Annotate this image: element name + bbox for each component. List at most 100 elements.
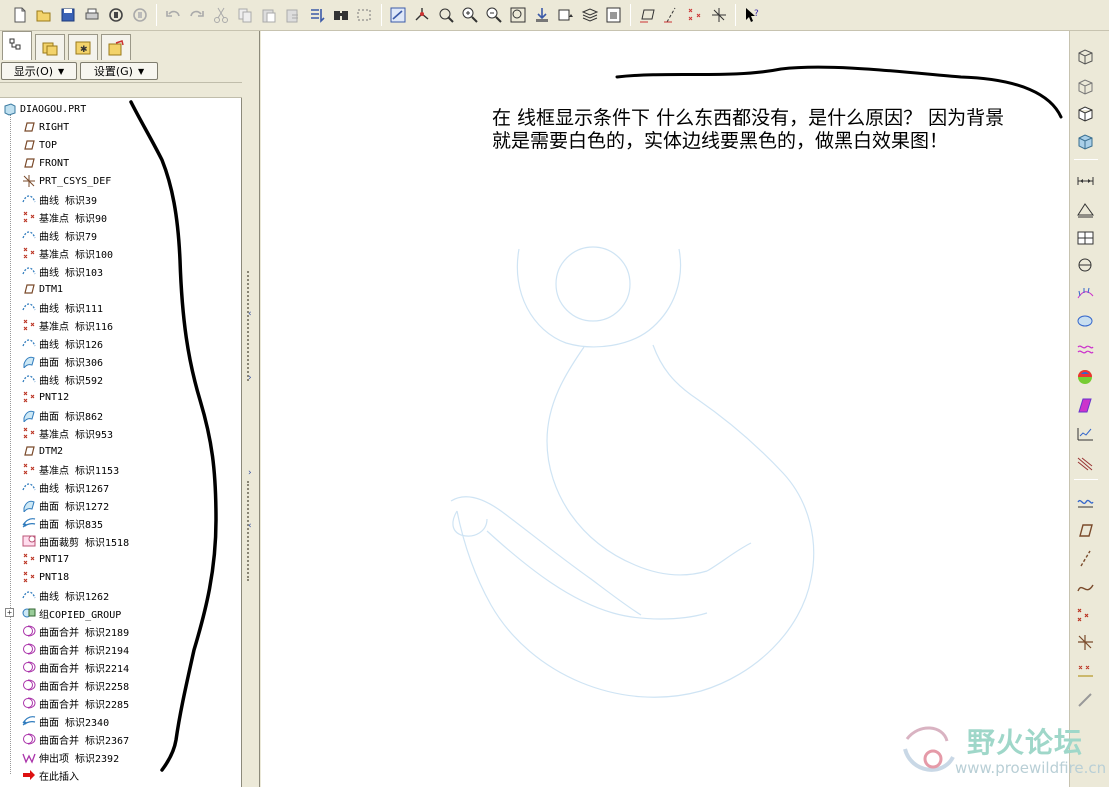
tree-item[interactable]: 曲线 标识79: [22, 226, 97, 244]
new-icon[interactable]: [8, 3, 32, 27]
paste-icon[interactable]: [257, 3, 281, 27]
tree-item[interactable]: 曲面合并 标识2189: [22, 622, 129, 640]
redo-icon[interactable]: [185, 3, 209, 27]
tree-item[interactable]: 曲面合并 标识2214: [22, 658, 129, 676]
print-icon[interactable]: [80, 3, 104, 27]
show-menu-button[interactable]: 显示(O) ▼: [1, 62, 77, 80]
graph-icon[interactable]: [1073, 421, 1097, 445]
tree-item[interactable]: 曲面裁剪 标识1518: [22, 532, 129, 550]
measure-icon[interactable]: [1073, 169, 1097, 193]
tree-item[interactable]: DTM1: [22, 280, 63, 298]
area-icon[interactable]: [1073, 197, 1097, 221]
orient-icon[interactable]: [434, 3, 458, 27]
datum-plane-tool-icon[interactable]: [1073, 518, 1097, 542]
chain-icon[interactable]: [1073, 688, 1097, 712]
hidden-line-icon[interactable]: [1073, 74, 1097, 98]
tree-item[interactable]: 曲线 标识103: [22, 262, 103, 280]
splitter-grip-top[interactable]: [247, 271, 251, 381]
tree-item[interactable]: PNT12: [22, 388, 69, 406]
favorites-tab[interactable]: ✱: [68, 34, 98, 60]
tree-item[interactable]: FRONT: [22, 154, 69, 172]
tree-item[interactable]: 基准点 标识953: [22, 424, 113, 442]
tree-item[interactable]: 基准点 标识1153: [22, 460, 119, 478]
mass-props-icon[interactable]: [1073, 225, 1097, 249]
model-tree-tab[interactable]: [2, 31, 32, 60]
tree-item[interactable]: 曲面合并 标识2367: [22, 730, 129, 748]
tree-item[interactable]: 在此插入: [22, 766, 79, 784]
find-icon[interactable]: [329, 3, 353, 27]
tree-item[interactable]: 曲面 标识862: [22, 406, 103, 424]
tree-item[interactable]: 基准点 标识116: [22, 316, 113, 334]
cut-icon[interactable]: [209, 3, 233, 27]
tree-item[interactable]: PNT18: [22, 568, 69, 586]
section-analysis-icon[interactable]: [1073, 309, 1097, 333]
tree-item[interactable]: 曲面合并 标识2285: [22, 694, 129, 712]
tree-item[interactable]: 基准点 标识100: [22, 244, 113, 262]
open-icon[interactable]: [32, 3, 56, 27]
curvature-icon[interactable]: [1073, 281, 1097, 305]
tree-item[interactable]: 基准点 标识90: [22, 208, 107, 226]
refit-icon[interactable]: [506, 3, 530, 27]
shading-analysis-icon[interactable]: [1073, 393, 1097, 417]
tree-item[interactable]: DTM2: [22, 442, 63, 460]
clearance-icon[interactable]: [1073, 253, 1097, 277]
tree-item[interactable]: 曲线 标识39: [22, 190, 97, 208]
paste-special-icon[interactable]: [281, 3, 305, 27]
splitter-grip-bottom[interactable]: [247, 481, 251, 581]
select-box-icon[interactable]: [353, 3, 377, 27]
deviation-icon[interactable]: [1073, 337, 1097, 361]
tree-item[interactable]: 曲线 标识126: [22, 334, 103, 352]
expand-arrow-icon[interactable]: ›: [248, 373, 252, 383]
zoom-out-icon[interactable]: [482, 3, 506, 27]
tree-item[interactable]: 曲面 标识835: [22, 514, 103, 532]
tree-item[interactable]: 曲线 标识1267: [22, 478, 109, 496]
tree-expand-toggle[interactable]: +: [5, 608, 14, 617]
panel-splitter[interactable]: ‹ › › ‹: [243, 31, 260, 787]
analysis-feature-icon[interactable]: [1073, 658, 1097, 682]
datum-planes-toggle-icon[interactable]: [635, 3, 659, 27]
datum-axes-toggle-icon[interactable]: [659, 3, 683, 27]
context-help-icon[interactable]: ?: [740, 3, 764, 27]
no-hidden-icon[interactable]: [1073, 101, 1097, 125]
copy-icon[interactable]: [233, 3, 257, 27]
csys-tool-icon[interactable]: [1073, 630, 1097, 654]
tree-item[interactable]: 曲线 标识592: [22, 370, 103, 388]
spin-center-icon[interactable]: [410, 3, 434, 27]
email-icon[interactable]: [104, 3, 128, 27]
sketch-icon[interactable]: [1073, 489, 1097, 513]
folder-browser-tab[interactable]: [35, 34, 65, 60]
tree-item[interactable]: 曲面合并 标识2194: [22, 640, 129, 658]
offset-analysis-icon[interactable]: [1073, 451, 1097, 475]
wireframe-icon[interactable]: [1073, 44, 1097, 68]
zoom-in-icon[interactable]: [458, 3, 482, 27]
shading-icon[interactable]: [1073, 129, 1097, 153]
regenerate-icon[interactable]: [305, 3, 329, 27]
tree-item[interactable]: 曲面 标识1272: [22, 496, 109, 514]
tree-item[interactable]: 曲面 标识306: [22, 352, 103, 370]
tree-item[interactable]: 伸出项 标识2392: [22, 748, 119, 766]
tree-item[interactable]: 曲线 标识111: [22, 298, 103, 316]
draft-icon[interactable]: [1073, 365, 1097, 389]
datum-axis-tool-icon[interactable]: [1073, 546, 1097, 570]
email-disabled-icon[interactable]: [128, 3, 152, 27]
tree-item[interactable]: 曲面 标识2340: [22, 712, 109, 730]
saved-views-icon[interactable]: [554, 3, 578, 27]
tree-item[interactable]: 组COPIED_GROUP: [22, 604, 121, 622]
collapse-arrow-icon[interactable]: ‹: [248, 309, 252, 319]
display-style-icon[interactable]: [602, 3, 626, 27]
tree-item[interactable]: 曲线 标识1262: [22, 586, 109, 604]
save-icon[interactable]: [56, 3, 80, 27]
tree-item[interactable]: PNT17: [22, 550, 69, 568]
reorient-icon[interactable]: [530, 3, 554, 27]
collapse-arrow-icon-2[interactable]: ‹: [248, 521, 252, 531]
datum-point-tool-icon[interactable]: [1073, 602, 1097, 626]
expand-arrow-icon-2[interactable]: ›: [248, 468, 252, 478]
datum-curve-tool-icon[interactable]: [1073, 574, 1097, 598]
connections-tab[interactable]: [101, 34, 131, 60]
tree-item[interactable]: RIGHT: [22, 118, 69, 136]
graphics-window[interactable]: 在 线框显示条件下 什么东西都没有，是什么原因？ 因为背景就是需要白色的，实体边…: [261, 31, 1069, 787]
settings-menu-button[interactable]: 设置(G) ▼: [80, 62, 158, 80]
tree-item[interactable]: TOP: [22, 136, 57, 154]
undo-icon[interactable]: [161, 3, 185, 27]
tree-root-part[interactable]: DIAOGOU.PRT: [3, 100, 86, 118]
